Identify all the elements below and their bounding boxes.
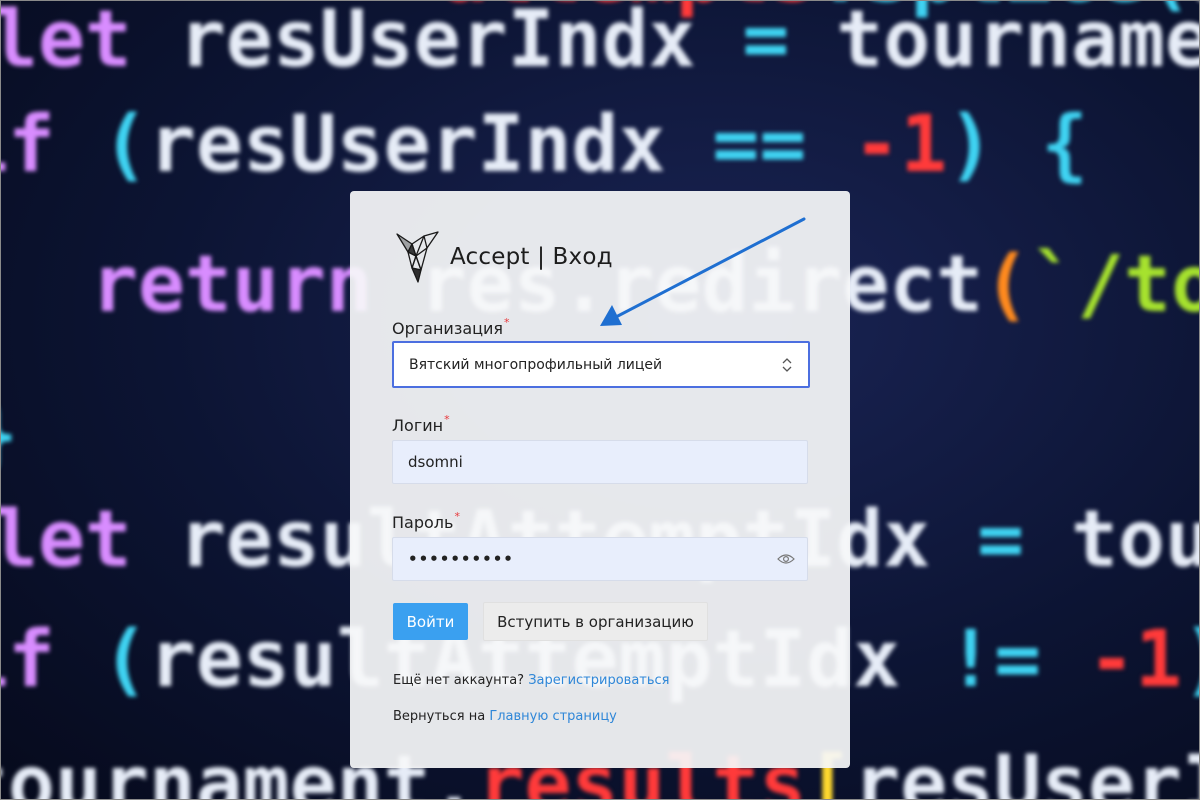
home-line: Вернуться на Главную страницу: [393, 709, 617, 724]
join-organization-button[interactable]: Вступить в организацию: [483, 602, 708, 641]
required-mark: *: [454, 510, 460, 523]
login-label: Логин*: [392, 413, 450, 435]
password-label-text: Пароль: [392, 513, 454, 532]
organization-label: Организация*: [392, 316, 510, 338]
login-button[interactable]: Войти: [393, 603, 468, 640]
background-code-line: attempts.splice(idx, 1: [441, 1, 1199, 14]
register-line: Ещё нет аккаунта? Зарегистрироваться: [393, 673, 670, 688]
page-title: Accept | Вход: [450, 244, 613, 270]
home-link[interactable]: Главную страницу: [489, 709, 617, 724]
login-input-value: dsomni: [408, 453, 463, 471]
register-link[interactable]: Зарегистрироваться: [528, 673, 669, 688]
password-label: Пароль*: [392, 510, 460, 532]
organization-select-value: Вятский многопрофильный лицей: [409, 356, 663, 373]
password-input-value: ••••••••••: [408, 550, 514, 568]
background-code-line: if (resUserIndx == -1) {: [1, 100, 1089, 190]
background-code-line: }: [1, 396, 18, 474]
login-label-text: Логин: [392, 416, 444, 435]
home-prompt: Вернуться на: [393, 709, 486, 724]
required-mark: *: [504, 316, 510, 329]
origami-bird-logo-icon: [396, 231, 439, 283]
chevron-up-down-icon: [782, 357, 792, 372]
required-mark: *: [444, 413, 450, 426]
organization-label-text: Организация: [392, 319, 504, 338]
password-input[interactable]: ••••••••••: [392, 537, 808, 581]
login-card: Accept | Вход Организация* Вятский много…: [350, 191, 850, 768]
login-input[interactable]: dsomni: [392, 440, 808, 484]
organization-select[interactable]: Вятский многопрофильный лицей: [392, 341, 810, 388]
register-prompt: Ещё нет аккаунта?: [393, 673, 525, 688]
eye-icon[interactable]: [777, 553, 795, 565]
brand-header: Accept | Вход: [394, 231, 613, 283]
